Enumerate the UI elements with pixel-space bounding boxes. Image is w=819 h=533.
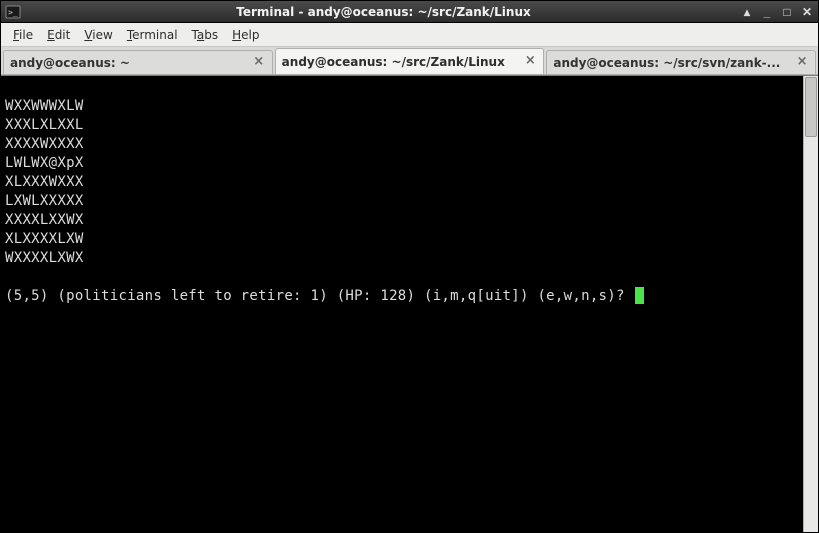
svg-text:>_: >_ (8, 8, 18, 17)
tabbar: andy@oceanus: ~ × andy@oceanus: ~/src/Za… (1, 47, 818, 75)
terminal-window: >_ Terminal - andy@oceanus: ~/src/Zank/L… (0, 0, 819, 533)
map-row: WXXWWWXLW (5, 98, 84, 114)
tab-label: andy@oceanus: ~/src/svn/zank-... (553, 56, 791, 70)
menu-help[interactable]: Help (226, 25, 265, 45)
map-row: XLXXXXLXW (5, 231, 84, 247)
menu-tabs[interactable]: Tabs (186, 25, 225, 45)
menu-view[interactable]: View (78, 25, 118, 45)
scroll-thumb[interactable] (805, 77, 817, 137)
scrollbar[interactable] (803, 76, 818, 532)
titlebar[interactable]: >_ Terminal - andy@oceanus: ~/src/Zank/L… (1, 1, 818, 23)
close-button[interactable]: ✕ (800, 5, 814, 19)
map-row: XXXXLXXWX (5, 212, 84, 228)
menubar: File Edit View Terminal Tabs Help (1, 23, 818, 47)
map-row: XLXXXWXXX (5, 174, 84, 190)
minimize-button[interactable]: _ (760, 5, 774, 19)
map-row: XXXXWXXXX (5, 136, 84, 152)
tab-label: andy@oceanus: ~ (10, 56, 248, 70)
map-row: LWLWX@XpX (5, 155, 84, 171)
tab-close-icon[interactable]: × (252, 56, 266, 70)
terminal-area: WXXWWWXLW XXXLXLXXL XXXXWXXXX LWLWX@XpX … (1, 75, 818, 532)
map-row: LXWLXXXXX (5, 193, 84, 209)
window-controls: ▴ _ □ ✕ (740, 5, 814, 19)
shade-button[interactable]: ▴ (740, 5, 754, 19)
tab-label: andy@oceanus: ~/src/Zank/Linux (282, 55, 520, 69)
status-line: (5,5) (politicians left to retire: 1) (H… (5, 288, 633, 304)
tab-3[interactable]: andy@oceanus: ~/src/svn/zank-... × (546, 50, 816, 74)
tab-close-icon[interactable]: × (795, 56, 809, 70)
maximize-button[interactable]: □ (780, 5, 794, 19)
terminal-app-icon: >_ (5, 4, 21, 20)
map-row: WXXXXLXWX (5, 250, 84, 266)
tab-close-icon[interactable]: × (523, 55, 537, 69)
menu-file-label: F (13, 28, 19, 42)
blank-line (5, 79, 14, 95)
map-row: XXXLXLXXL (5, 117, 84, 133)
menu-terminal[interactable]: Terminal (121, 25, 184, 45)
terminal-output[interactable]: WXXWWWXLW XXXLXLXXL XXXXWXXXX LWLWX@XpX … (1, 76, 803, 532)
window-title: Terminal - andy@oceanus: ~/src/Zank/Linu… (27, 5, 740, 19)
cursor-icon (635, 287, 644, 304)
menu-file[interactable]: File (7, 25, 39, 45)
menu-edit[interactable]: Edit (41, 25, 76, 45)
tab-2[interactable]: andy@oceanus: ~/src/Zank/Linux × (275, 48, 545, 74)
tab-1[interactable]: andy@oceanus: ~ × (3, 50, 273, 74)
